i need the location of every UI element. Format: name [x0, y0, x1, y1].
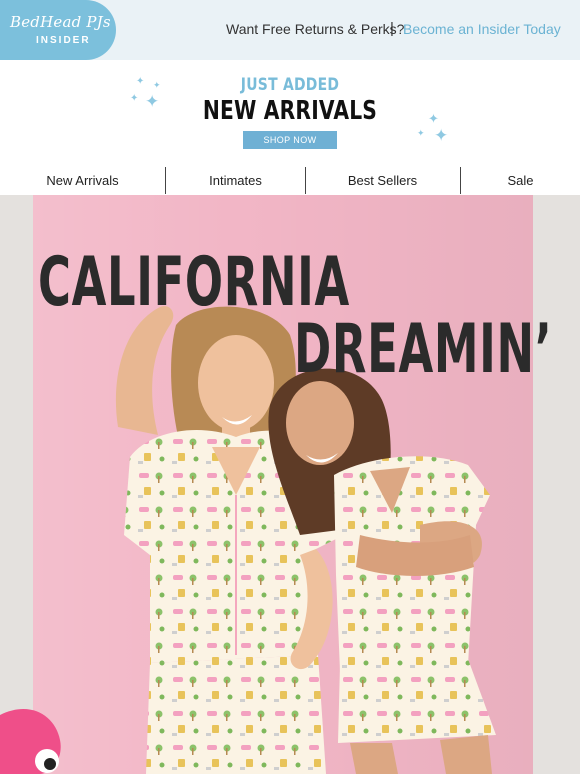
promo-eyebrow: JUST ADDED — [240, 75, 340, 95]
shop-now-button[interactable]: SHOP NOW — [243, 131, 337, 149]
bar-separator: | — [390, 20, 394, 37]
flamingo-float — [0, 709, 61, 774]
sparkle-icon: ✦ — [417, 128, 425, 138]
hero-headline-line-2: DREAMIN’ — [294, 310, 553, 389]
brand-logo-badge[interactable]: BedHead PJs INSIDER — [0, 0, 116, 60]
hero-banner[interactable]: CALIFORNIA DREAMIN’ — [0, 195, 580, 774]
insider-bar: BedHead PJs INSIDER Want Free Returns & … — [0, 0, 580, 60]
become-insider-link[interactable]: Become an Insider Today — [403, 21, 561, 37]
promo-title: NEW ARRIVALS — [202, 96, 378, 126]
perks-text: Want Free Returns & Perks? — [226, 21, 405, 37]
brand-logo-script: BedHead PJs — [10, 13, 111, 31]
category-nav: New Arrivals Intimates Best Sellers Sale — [0, 165, 580, 195]
nav-item-new-arrivals[interactable]: New Arrivals — [0, 165, 165, 195]
nav-item-best-sellers[interactable]: Best Sellers — [306, 165, 459, 195]
brand-logo-subtitle: INSIDER — [36, 35, 91, 46]
sparkle-icon: ✦ — [434, 126, 449, 145]
nav-item-intimates[interactable]: Intimates — [166, 165, 305, 195]
nav-item-sale[interactable]: Sale — [461, 165, 580, 195]
